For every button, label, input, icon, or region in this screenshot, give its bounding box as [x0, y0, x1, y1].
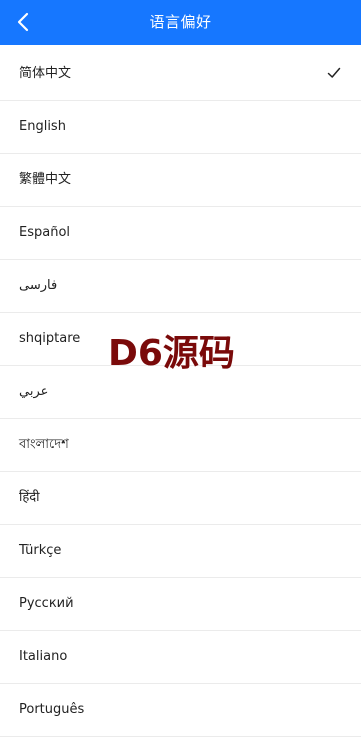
top-nav-bar: 语言偏好 — [0, 0, 361, 45]
language-option-label: فارسی — [19, 278, 58, 293]
language-option-label: Türkçe — [19, 543, 62, 558]
language-option-label: English — [19, 119, 66, 134]
language-option[interactable]: Português — [0, 684, 361, 737]
language-option[interactable]: Español — [0, 207, 361, 260]
language-preference-screen: 语言偏好 简体中文 English 繁體中文 Español فارسی shqiptar… — [0, 0, 361, 739]
language-option-label: 繁體中文 — [19, 172, 72, 187]
page-title: 语言偏好 — [149, 13, 212, 31]
check-icon — [327, 67, 341, 78]
language-option[interactable]: shqiptare — [0, 313, 361, 366]
language-option[interactable]: हिंदी — [0, 472, 361, 525]
language-option[interactable]: Italiano — [0, 631, 361, 684]
language-option-label: বাংলাদেশ — [19, 437, 69, 452]
language-option[interactable]: فارسی — [0, 260, 361, 313]
language-option[interactable]: 简体中文 — [0, 48, 361, 101]
language-option-label: Italiano — [19, 649, 68, 664]
language-option[interactable]: عربي — [0, 366, 361, 419]
language-list: 简体中文 English 繁體中文 Español فارسی shqiptare عربي… — [0, 48, 361, 737]
language-option[interactable]: Русский — [0, 578, 361, 631]
language-option-label: shqiptare — [19, 331, 81, 346]
language-option[interactable]: Türkçe — [0, 525, 361, 578]
language-option-label: Español — [19, 225, 71, 240]
language-option-label: Русский — [19, 596, 74, 611]
language-option[interactable]: 繁體中文 — [0, 154, 361, 207]
language-option[interactable]: English — [0, 101, 361, 154]
language-option-label: हिंदी — [19, 490, 40, 505]
language-option[interactable]: বাংলাদেশ — [0, 419, 361, 472]
language-option-label: 简体中文 — [19, 66, 72, 81]
language-option-label: عربي — [19, 384, 49, 399]
language-option-label: Português — [19, 702, 85, 717]
